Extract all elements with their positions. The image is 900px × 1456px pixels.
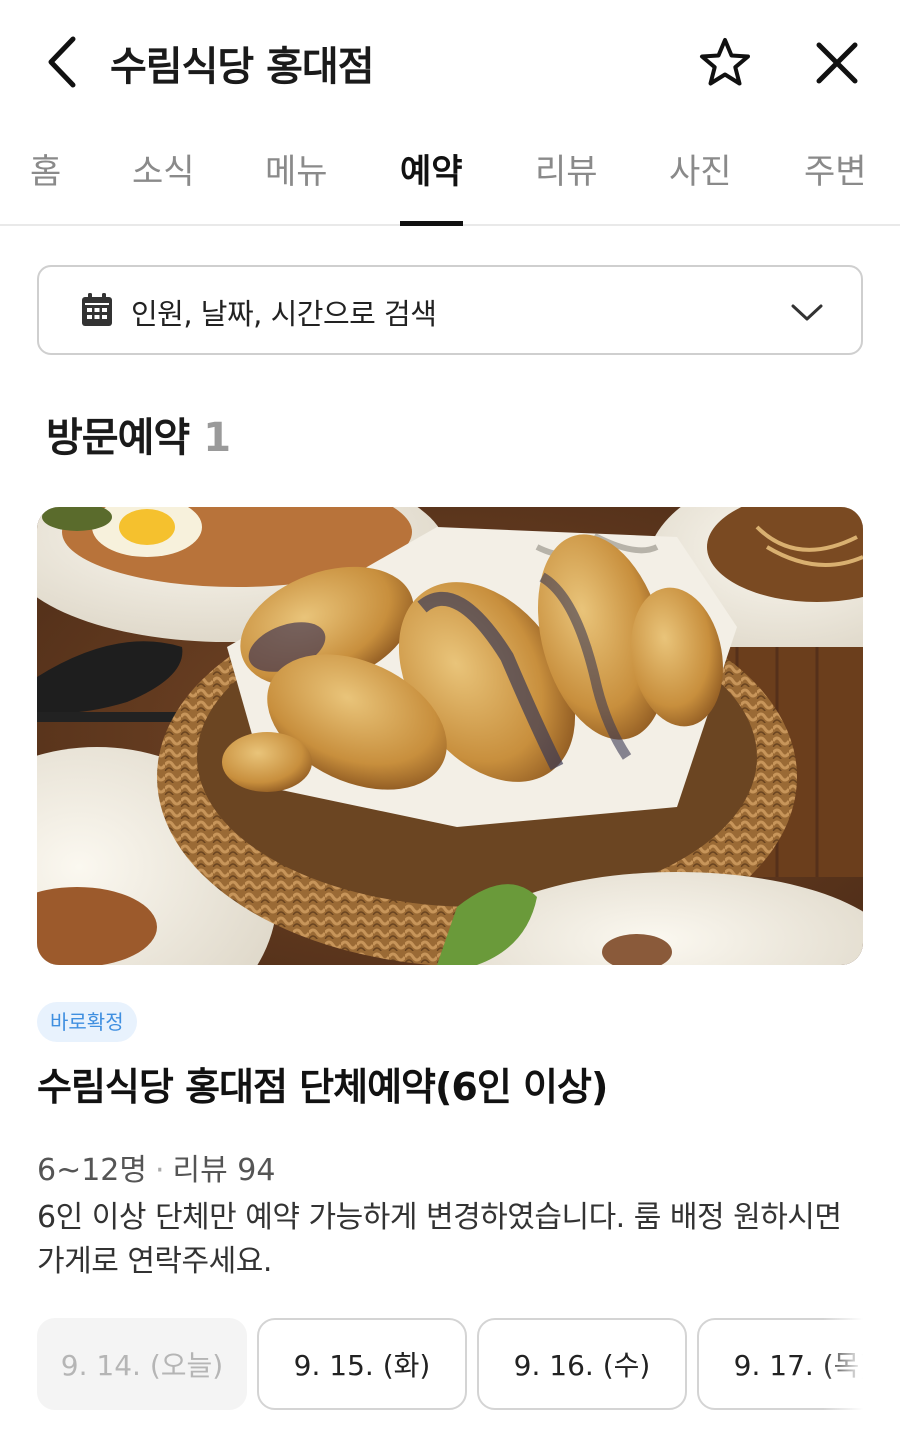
date-selector: 9. 14. (오늘) 9. 15. (화) 9. 16. (수) 9. 17.… — [37, 1318, 863, 1410]
tab-reviews[interactable]: 리뷰 — [535, 144, 598, 226]
reservation-meta: 6~12명 · 리뷰 94 — [37, 1145, 275, 1189]
chevron-left-icon — [48, 36, 76, 88]
reservation-photo[interactable] — [37, 507, 863, 965]
review-count[interactable]: 리뷰 94 — [173, 1153, 276, 1188]
tab-bar: 홈 소식 메뉴 예약 리뷰 사진 주변 — [0, 126, 900, 226]
tab-photos[interactable]: 사진 — [669, 144, 732, 226]
star-outline-icon — [700, 38, 750, 86]
tab-reservation[interactable]: 예약 — [400, 144, 463, 226]
chevron-down-icon — [791, 304, 823, 321]
tab-nearby[interactable]: 주변 — [804, 144, 867, 226]
food-photo-image — [37, 507, 863, 965]
page-title: 수림식당 홍대점 — [110, 44, 375, 90]
close-button[interactable] — [806, 32, 868, 94]
instant-confirm-badge: 바로확정 — [37, 1002, 137, 1042]
close-icon — [816, 42, 858, 84]
meta-separator: · — [155, 1153, 165, 1188]
capacity-text: 6~12명 — [37, 1153, 147, 1188]
reservation-description: 6인 이상 단체만 예약 가능하게 변경하였습니다. 룸 배정 원하시면 가게로… — [37, 1200, 842, 1279]
section-title: 방문예약 1 — [46, 405, 231, 463]
reservation-search-dropdown[interactable]: 인원, 날짜, 시간으로 검색 — [37, 265, 863, 355]
section-title-text: 방문예약 — [46, 415, 190, 461]
date-chip[interactable]: 9. 16. (수) — [477, 1318, 687, 1410]
app-header: 수림식당 홍대점 — [0, 0, 900, 126]
tab-home[interactable]: 홈 — [30, 144, 61, 226]
calendar-icon — [82, 293, 112, 326]
date-chip: 9. 14. (오늘) — [37, 1318, 247, 1410]
tab-menu[interactable]: 메뉴 — [265, 144, 328, 226]
reservation-title[interactable]: 수림식당 홍대점 단체예약(6인 이상) — [37, 1056, 608, 1111]
tab-news[interactable]: 소식 — [132, 144, 195, 226]
search-label: 인원, 날짜, 시간으로 검색 — [131, 297, 437, 331]
date-chip[interactable]: 9. 15. (화) — [257, 1318, 467, 1410]
back-button[interactable] — [36, 32, 88, 92]
favorite-button[interactable] — [694, 32, 756, 94]
date-chip[interactable]: 9. 17. (목) — [697, 1318, 863, 1410]
section-count: 1 — [203, 415, 231, 461]
